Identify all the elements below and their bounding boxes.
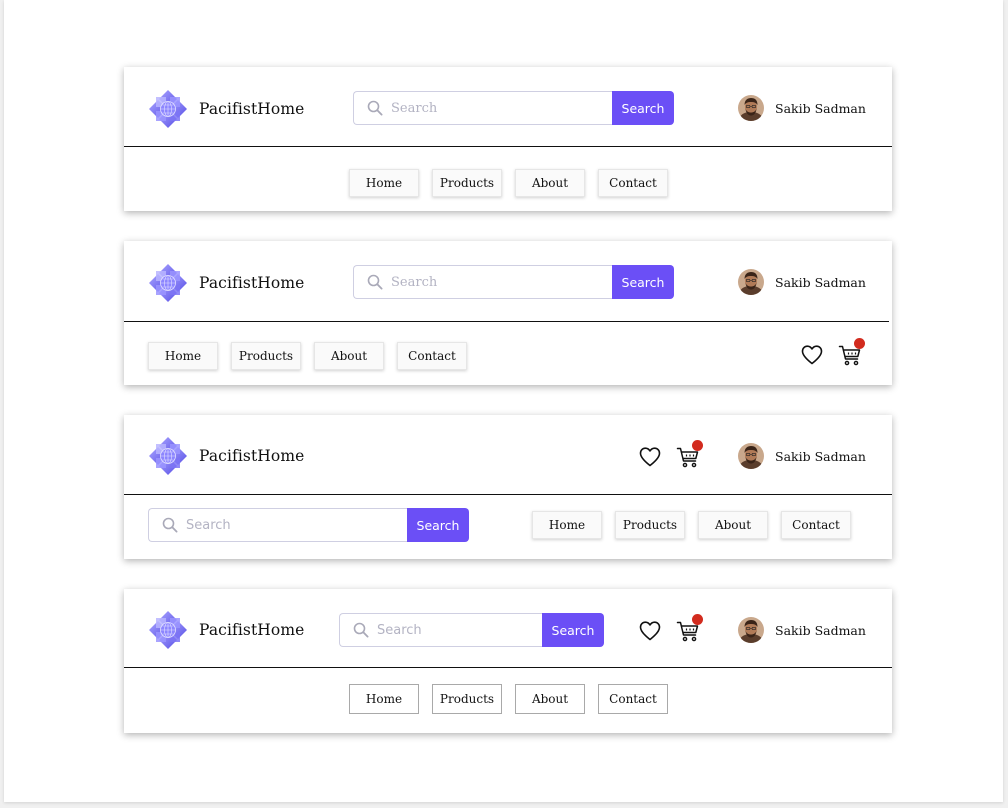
brand-logo[interactable]: PacifistHome: [148, 263, 304, 303]
divider: [124, 146, 892, 147]
avatar[interactable]: [738, 617, 764, 643]
nav-about[interactable]: About: [314, 342, 384, 370]
search-input[interactable]: [186, 517, 407, 533]
nav-contact[interactable]: Contact: [397, 342, 467, 370]
search-input[interactable]: [391, 274, 612, 290]
lotus-logo-icon: [148, 263, 188, 303]
search-icon: [367, 100, 383, 116]
heart-icon[interactable]: [638, 619, 662, 643]
nav-home[interactable]: Home: [349, 684, 419, 714]
search-input[interactable]: [391, 100, 612, 116]
search-bar: Search: [148, 508, 469, 542]
nav-menu: Home Products About Contact: [532, 511, 851, 539]
brand-name: PacifistHome: [199, 100, 305, 118]
search-bar: Search: [339, 613, 604, 647]
search-bar: Search: [353, 91, 674, 125]
action-icons: [638, 440, 703, 469]
cart-button[interactable]: [676, 440, 703, 469]
nav-menu: Home Products About Contact: [349, 169, 668, 197]
action-icons: [638, 614, 703, 643]
user-name: Sakib Sadman: [775, 448, 866, 464]
user-name: Sakib Sadman: [775, 274, 866, 290]
user-name: Sakib Sadman: [775, 100, 866, 116]
nav-about[interactable]: About: [698, 511, 768, 539]
nav-menu: Home Products About Contact: [148, 342, 467, 370]
search-bar: Search: [353, 265, 674, 299]
nav-contact[interactable]: Contact: [598, 684, 668, 714]
brand-logo[interactable]: PacifistHome: [148, 436, 304, 476]
brand-name: PacifistHome: [199, 621, 305, 639]
avatar[interactable]: [738, 95, 764, 121]
search-button[interactable]: Search: [542, 613, 604, 647]
user-profile[interactable]: Sakib Sadman: [738, 95, 866, 121]
cart-button[interactable]: [676, 614, 703, 643]
heart-icon[interactable]: [638, 445, 662, 469]
search-input[interactable]: [377, 622, 542, 638]
cart-button[interactable]: [838, 338, 865, 367]
header-variant-3: PacifistHome Sakib Sadman Search Home Pr…: [124, 415, 892, 559]
brand-logo[interactable]: PacifistHome: [148, 610, 304, 650]
search-button[interactable]: Search: [612, 91, 674, 125]
nav-contact[interactable]: Contact: [598, 169, 668, 197]
search-field[interactable]: [353, 91, 612, 125]
nav-products[interactable]: Products: [231, 342, 301, 370]
nav-home[interactable]: Home: [532, 511, 602, 539]
nav-menu: Home Products About Contact: [349, 684, 668, 714]
heart-icon[interactable]: [800, 343, 824, 367]
search-field[interactable]: [339, 613, 542, 647]
divider: [124, 321, 889, 322]
user-profile[interactable]: Sakib Sadman: [738, 269, 866, 295]
header-variant-1: PacifistHome Search Sakib Sadman Home Pr…: [124, 67, 892, 211]
nav-products[interactable]: Products: [615, 511, 685, 539]
user-profile[interactable]: Sakib Sadman: [738, 617, 866, 643]
search-field[interactable]: [148, 508, 407, 542]
nav-about[interactable]: About: [515, 169, 585, 197]
artboard: PacifistHome Search Sakib Sadman Home Pr…: [4, 0, 1003, 802]
search-button[interactable]: Search: [612, 265, 674, 299]
nav-products[interactable]: Products: [432, 169, 502, 197]
divider: [124, 667, 892, 668]
cart-badge: [854, 338, 865, 349]
nav-home[interactable]: Home: [349, 169, 419, 197]
brand-name: PacifistHome: [199, 447, 305, 465]
nav-contact[interactable]: Contact: [781, 511, 851, 539]
search-field[interactable]: [353, 265, 612, 299]
lotus-logo-icon: [148, 610, 188, 650]
nav-about[interactable]: About: [515, 684, 585, 714]
header-variant-4: PacifistHome Search Sakib Sadman Home Pr…: [124, 589, 892, 733]
user-profile[interactable]: Sakib Sadman: [738, 443, 866, 469]
cart-badge: [692, 440, 703, 451]
header-variant-2: PacifistHome Search Sakib Sadman Home Pr…: [124, 241, 892, 385]
search-icon: [162, 517, 178, 533]
divider: [124, 494, 892, 495]
search-icon: [353, 622, 369, 638]
user-name: Sakib Sadman: [775, 622, 866, 638]
search-icon: [367, 274, 383, 290]
brand-logo[interactable]: PacifistHome: [148, 89, 304, 129]
lotus-logo-icon: [148, 436, 188, 476]
nav-home[interactable]: Home: [148, 342, 218, 370]
search-button[interactable]: Search: [407, 508, 469, 542]
avatar[interactable]: [738, 443, 764, 469]
avatar[interactable]: [738, 269, 764, 295]
brand-name: PacifistHome: [199, 274, 305, 292]
nav-products[interactable]: Products: [432, 684, 502, 714]
cart-badge: [692, 614, 703, 625]
lotus-logo-icon: [148, 89, 188, 129]
action-icons: [800, 338, 865, 367]
